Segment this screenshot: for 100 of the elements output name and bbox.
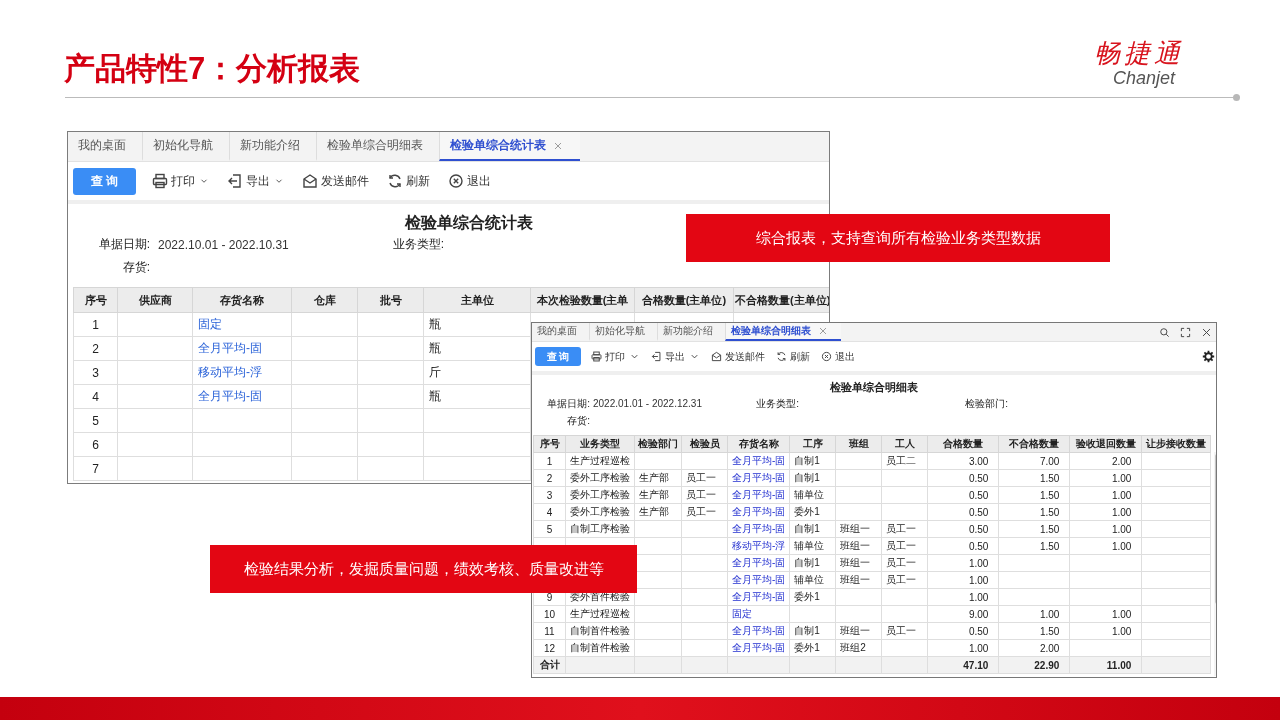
export-icon xyxy=(651,351,662,362)
circled-x-icon xyxy=(448,173,464,189)
callout-banner: 检验结果分析，发掘质量问题，绩效考核、质量改进等 xyxy=(210,545,637,593)
table-cell: 瓶 xyxy=(429,317,441,331)
table-cell: 生产部 xyxy=(639,472,669,483)
toolbar-button[interactable]: 打印 xyxy=(591,349,640,364)
column-header[interactable]: 检验部门 xyxy=(634,435,682,453)
table-cell: 2 xyxy=(546,472,553,484)
column-header[interactable]: 存货名称 xyxy=(192,287,292,313)
table-cell: 11.00 xyxy=(1106,659,1132,671)
table-cell: 47.10 xyxy=(963,659,989,671)
table-cell: 1.00 xyxy=(1039,608,1060,620)
column-header[interactable]: 序号 xyxy=(73,287,118,313)
column-header[interactable]: 批号 xyxy=(357,287,424,313)
item-link[interactable]: 固定 xyxy=(198,317,222,331)
column-header[interactable]: 存货名称 xyxy=(727,435,790,453)
tab[interactable]: 初始化导航 xyxy=(142,132,229,161)
column-header[interactable]: 让步接收数量 xyxy=(1141,435,1211,453)
filter-label: 检验部门: xyxy=(964,396,1008,411)
search-icon[interactable] xyxy=(1159,326,1170,338)
table-cell: 1.00 xyxy=(1111,472,1132,484)
circled-x-icon xyxy=(821,351,832,362)
table-cell: 9 xyxy=(546,591,553,603)
table-cell: 生产过程巡检 xyxy=(570,455,630,466)
table-cell: 0.50 xyxy=(968,506,989,518)
table-cell: 辅单位 xyxy=(794,574,825,585)
tab[interactable]: 检验单综合统计表 xyxy=(439,132,580,161)
table-cell: 0.50 xyxy=(968,489,989,501)
column-header[interactable]: 班组 xyxy=(835,435,882,453)
column-header[interactable]: 验收退回数量 xyxy=(1069,435,1142,453)
column-header[interactable]: 供应商 xyxy=(117,287,193,313)
column-header[interactable]: 本次检验数量(主单 xyxy=(530,287,635,313)
envelope-icon xyxy=(711,351,722,362)
table-cell: 生产过程巡检 xyxy=(570,608,630,619)
refresh-icon xyxy=(387,173,403,189)
column-header[interactable]: 不合格数量(主单位) xyxy=(733,287,829,313)
close-icon[interactable] xyxy=(1201,326,1212,338)
table-cell: 员工二 xyxy=(886,455,917,466)
table-cell: 1.00 xyxy=(1111,489,1132,501)
table-cell: 委外1 xyxy=(794,642,820,653)
table-cell: 生产部 xyxy=(639,506,669,517)
table-cell: 2 xyxy=(92,341,99,356)
brand-wordmark: Chanjet xyxy=(1112,68,1175,88)
toolbar-button[interactable]: 退出 xyxy=(821,349,855,364)
envelope-icon xyxy=(302,173,318,189)
column-header[interactable]: 业务类型 xyxy=(565,435,635,453)
filter-label: 单据日期: xyxy=(546,396,590,411)
table-cell: 0.50 xyxy=(968,625,989,637)
toolbar-button[interactable]: 刷新 xyxy=(776,349,810,364)
table-cell: 1.00 xyxy=(968,557,989,569)
table-cell: 员工一 xyxy=(886,557,917,568)
table-cell: 1.50 xyxy=(1039,540,1060,552)
table-cell: 班组一 xyxy=(840,557,871,568)
toolbar-button[interactable]: 退出 xyxy=(448,172,491,190)
report-title: 检验单综合统计表 xyxy=(403,213,534,233)
toolbar-button[interactable]: 刷新 xyxy=(387,172,430,190)
column-header[interactable]: 合格数量(主单位) xyxy=(634,287,734,313)
maximize-icon[interactable] xyxy=(1180,326,1191,338)
table-cell: 员工一 xyxy=(686,506,716,517)
callout-banner: 综合报表，支持查询所有检验业务类型数据 xyxy=(686,214,1110,262)
table-cell: 班组一 xyxy=(840,625,871,636)
tab[interactable]: 新功能介绍 xyxy=(229,132,316,161)
table-cell: 1.00 xyxy=(1111,506,1132,518)
toolbar-button[interactable]: 发送邮件 xyxy=(302,172,369,190)
tab[interactable]: 我的桌面 xyxy=(532,323,589,341)
table-cell: 自制首件检验 xyxy=(570,625,630,636)
toolbar-button[interactable]: 打印 xyxy=(152,172,209,190)
table-cell: 11 xyxy=(544,625,555,637)
tab[interactable]: 我的桌面 xyxy=(68,132,142,161)
table-cell: 辅单位 xyxy=(794,489,825,500)
table-cell: 7.00 xyxy=(1039,455,1060,467)
table-cell: 0.50 xyxy=(968,472,989,484)
column-header[interactable]: 主单位 xyxy=(423,287,531,313)
refresh-icon xyxy=(776,351,787,362)
column-header[interactable]: 检验员 xyxy=(681,435,728,453)
toolbar-button[interactable]: 导出 xyxy=(651,349,700,364)
column-header[interactable]: 合格数量 xyxy=(927,435,999,453)
toolbar-button[interactable]: 发送邮件 xyxy=(711,349,765,364)
table-cell: 自制1 xyxy=(794,455,820,466)
column-header[interactable]: 工序 xyxy=(789,435,836,453)
column-header[interactable]: 工人 xyxy=(881,435,928,453)
table-cell: 班组一 xyxy=(840,523,871,534)
table-cell: 班组2 xyxy=(840,642,866,653)
table-cell: 员工一 xyxy=(886,625,917,636)
table-cell: 22.90 xyxy=(1034,659,1060,671)
table-cell: 6 xyxy=(92,437,99,452)
column-header[interactable]: 不合格数量 xyxy=(998,435,1070,453)
item-link[interactable]: 固定 xyxy=(732,608,752,619)
printer-icon xyxy=(591,351,602,362)
column-header[interactable]: 仓库 xyxy=(291,287,358,313)
table-cell: 12 xyxy=(543,642,556,654)
table-cell: 7 xyxy=(92,461,99,476)
table-cell: 1.00 xyxy=(1111,540,1132,552)
table-cell: 1.50 xyxy=(1039,625,1060,637)
table-cell: 委外工序检验 xyxy=(570,489,630,500)
tab[interactable]: 检验单综合明细表 xyxy=(725,323,841,341)
tab[interactable]: 初始化导航 xyxy=(589,323,657,341)
column-header[interactable]: 序号 xyxy=(533,435,566,453)
toolbar-button[interactable]: 导出 xyxy=(227,172,284,190)
table-cell: 自制首件检验 xyxy=(570,642,630,653)
